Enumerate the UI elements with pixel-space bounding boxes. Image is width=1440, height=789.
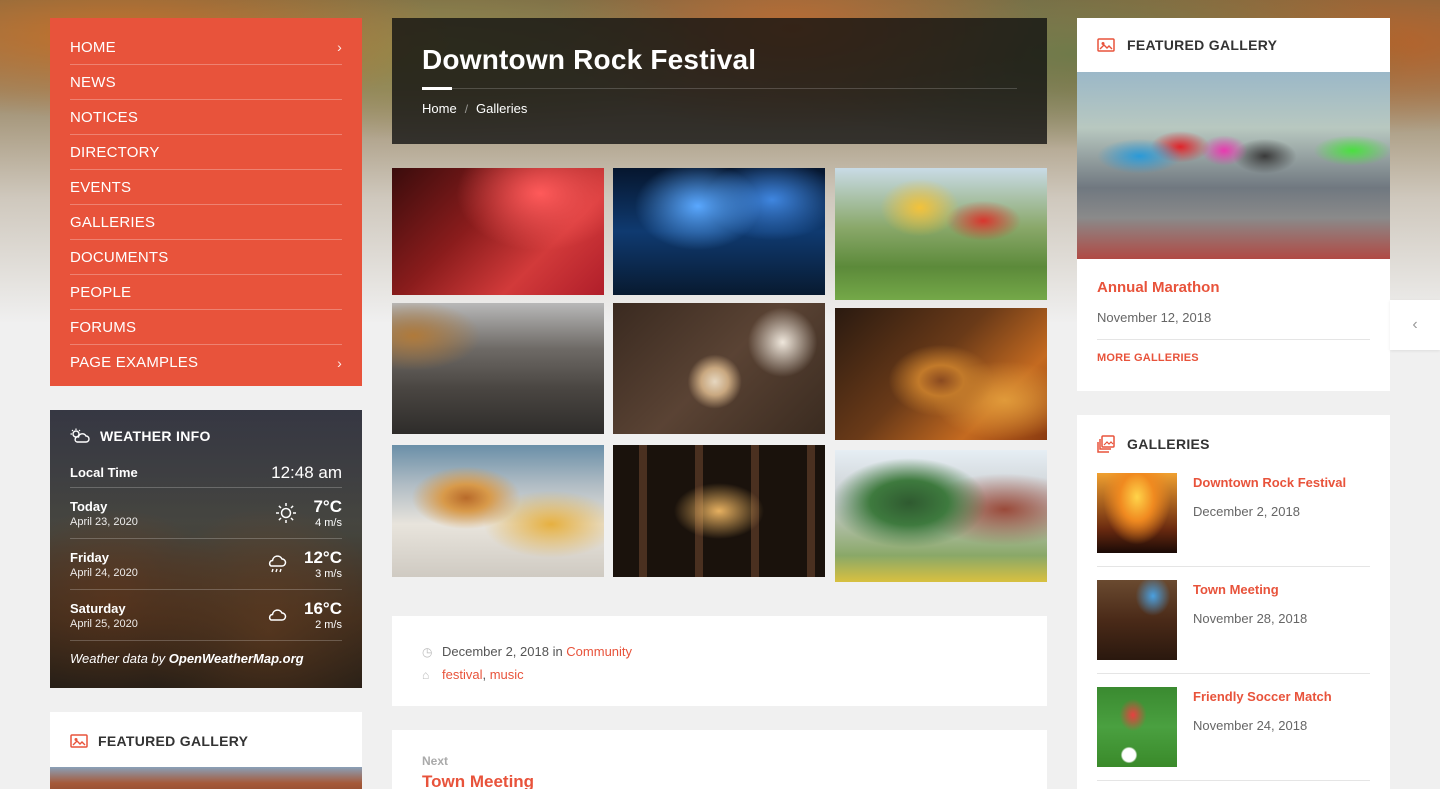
gallery-image-food-plate[interactable] — [835, 308, 1047, 440]
featured-gallery-title[interactable]: Annual Marathon — [1097, 279, 1370, 296]
chevron-right-icon: › — [337, 354, 342, 371]
gallery-date: November 24, 2018 — [1193, 718, 1308, 733]
next-post[interactable]: Next Town Meeting — [392, 730, 1047, 789]
gallery-thumbnail[interactable] — [1097, 473, 1177, 553]
gallery-image-guitar[interactable] — [392, 168, 604, 295]
chevron-right-icon: › — [337, 39, 342, 55]
next-post-title[interactable]: Town Meeting — [422, 772, 1017, 789]
post-tags-line: ⌂ festival, music — [422, 667, 524, 682]
nav-item-forums[interactable]: FORUMS — [70, 310, 342, 345]
nav-item-news[interactable]: NEWS — [70, 65, 342, 100]
gallery-image-concert-stage[interactable] — [613, 168, 825, 295]
weather-header: WEATHER INFO — [70, 428, 342, 444]
nav-item-galleries[interactable]: GALLERIES — [70, 205, 342, 240]
nav-item-home[interactable]: HOME › — [70, 30, 342, 65]
featured-gallery-date: November 12, 2018 — [1097, 310, 1370, 340]
chevron-left-icon: ‹ — [1412, 316, 1418, 333]
breadcrumb: Home / Galleries — [422, 101, 1017, 116]
nav-item-events[interactable]: EVENTS — [70, 170, 342, 205]
title-divider — [422, 87, 1017, 90]
main-menu: HOME › NEWS NOTICES DIRECTORY EVENTS GALL… — [50, 18, 362, 386]
featured-gallery-image[interactable] — [1077, 72, 1390, 259]
featured-gallery-image[interactable] — [50, 767, 362, 789]
image-icon — [70, 734, 88, 748]
clock-icon: ◷ — [422, 644, 433, 659]
rain-cloud-icon — [268, 555, 287, 573]
sun-icon — [276, 503, 297, 523]
gallery-thumbnail[interactable] — [1097, 580, 1177, 660]
nav-item-directory[interactable]: DIRECTORY — [70, 135, 342, 170]
tag-link-festival[interactable]: festival — [442, 667, 482, 682]
gallery-date: December 2, 2018 — [1193, 504, 1300, 519]
gallery-image-burger[interactable] — [392, 445, 604, 577]
breadcrumb-separator: / — [464, 101, 469, 116]
list-item[interactable]: Town Meeting November 28, 2018 — [1077, 580, 1390, 687]
gallery-image-street-trees[interactable] — [835, 450, 1047, 582]
sidebar-toggle-button[interactable]: ‹ — [1390, 300, 1440, 350]
nav-item-people[interactable]: PEOPLE — [70, 275, 342, 310]
widget-header: FEATURED GALLERY — [1077, 18, 1390, 72]
gallery-title[interactable]: Friendly Soccer Match — [1193, 689, 1332, 704]
nav-item-page-examples[interactable]: PAGE EXAMPLES › — [70, 345, 342, 380]
list-item[interactable]: Downtown Rock Festival December 2, 2018 — [1077, 473, 1390, 580]
widget-header: FEATURED GALLERY — [50, 712, 362, 770]
featured-gallery-widget-left: FEATURED GALLERY — [50, 712, 362, 789]
gallery-title[interactable]: Downtown Rock Festival — [1193, 475, 1346, 490]
next-label: Next — [422, 754, 449, 768]
gallery-stack-icon — [1097, 435, 1115, 453]
weather-source-link[interactable]: OpenWeatherMap.org — [169, 651, 304, 666]
gallery-date: November 28, 2018 — [1193, 611, 1308, 626]
post-meta: ◷ December 2, 2018 in Community ⌂ festiv… — [392, 616, 1047, 706]
weather-credit: Weather data by OpenWeatherMap.org — [70, 651, 304, 666]
image-icon — [1097, 38, 1115, 52]
tag-link-music[interactable]: music — [490, 667, 524, 682]
widget-header: GALLERIES — [1077, 415, 1390, 473]
gallery-image-coffee[interactable] — [613, 303, 825, 434]
gallery-image-lanterns[interactable] — [613, 445, 825, 577]
local-time-row: Local Time 12:48 am — [70, 458, 342, 488]
featured-gallery-caption: Annual Marathon November 12, 2018 MORE G… — [1077, 259, 1390, 384]
list-item[interactable]: Friendly Soccer Match November 24, 2018 — [1077, 687, 1390, 789]
more-galleries-link[interactable]: MORE GALLERIES — [1097, 352, 1370, 364]
gallery-image-playground[interactable] — [835, 168, 1047, 300]
weather-sun-cloud-icon — [70, 428, 90, 443]
page-title: Downtown Rock Festival — [422, 44, 757, 75]
galleries-widget: GALLERIES Downtown Rock Festival December… — [1077, 415, 1390, 789]
gallery-title[interactable]: Town Meeting — [1193, 582, 1307, 597]
breadcrumb-home[interactable]: Home — [422, 101, 457, 116]
gallery-image-historic-building[interactable] — [392, 303, 604, 434]
forecast-row: Saturday April 25, 2020 16°C 2 m/s — [70, 590, 342, 641]
breadcrumb-galleries[interactable]: Galleries — [476, 101, 527, 116]
forecast-row: Friday April 24, 2020 12°C 3 m/s — [70, 539, 342, 590]
category-link[interactable]: Community — [566, 644, 632, 659]
weather-widget: WEATHER INFO Local Time 12:48 am Today Ap… — [50, 410, 362, 688]
nav-item-notices[interactable]: NOTICES — [70, 100, 342, 135]
cloud-icon — [268, 609, 287, 621]
tag-icon: ⌂ — [422, 667, 430, 682]
nav-item-documents[interactable]: DOCUMENTS — [70, 240, 342, 275]
featured-gallery-widget-right: FEATURED GALLERY Annual Marathon Novembe… — [1077, 18, 1390, 391]
post-date-line: ◷ December 2, 2018 in Community — [422, 644, 633, 659]
gallery-thumbnail[interactable] — [1097, 687, 1177, 767]
forecast-row: Today April 23, 2020 7°C 4 m/s — [70, 488, 342, 539]
page-header: Downtown Rock Festival Home / Galleries — [392, 18, 1047, 144]
